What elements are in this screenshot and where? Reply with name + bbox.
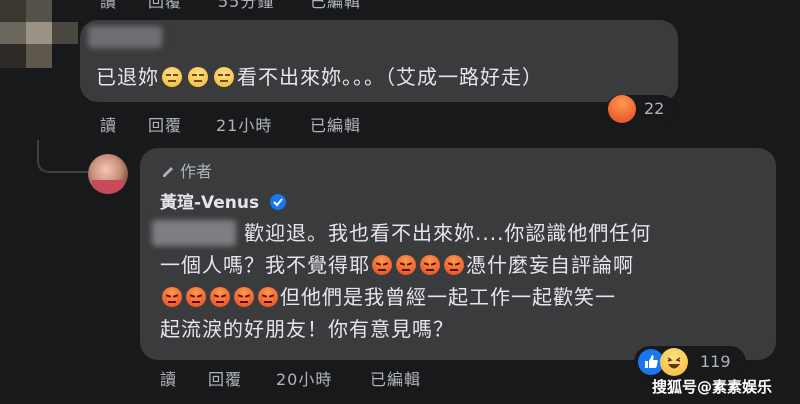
reply-text-line-3: 但他們是我曾經一起工作一起歡笑一 bbox=[160, 282, 616, 313]
reply-text-line-4: 起流淚的好朋友！你有意見嗎？ bbox=[160, 317, 454, 341]
comment-bubble: 已退妳 看不出來妳。。。（艾成一路好走） bbox=[80, 20, 678, 102]
author-avatar[interactable] bbox=[88, 154, 128, 194]
read-link[interactable]: 讀 bbox=[100, 0, 117, 12]
expressionless-emoji bbox=[188, 67, 208, 87]
avatar-pixel bbox=[0, 44, 26, 68]
read-link[interactable]: 讀 bbox=[160, 366, 177, 390]
timestamp[interactable]: 55分鐘 bbox=[218, 0, 274, 12]
watermark: 搜狐号@素素娱乐 bbox=[652, 378, 773, 396]
reply-text-line-2-end: 憑什麼妄自評論啊 bbox=[466, 253, 634, 277]
timestamp[interactable]: 20小時 bbox=[276, 366, 332, 390]
edited-label: 已編輯 bbox=[370, 370, 422, 389]
avatar-pixel bbox=[26, 44, 52, 68]
angry-emoji bbox=[372, 255, 392, 275]
comment-text: 已退妳 看不出來妳。。。（艾成一路好走） bbox=[96, 62, 543, 93]
angry-emoji bbox=[396, 255, 416, 275]
timestamp[interactable]: 21小時 bbox=[216, 112, 272, 136]
avatar-pixel bbox=[26, 0, 52, 22]
comment-text-end: 看不出來妳。。。（艾成一路好走） bbox=[237, 65, 543, 89]
comment-text-start: 已退妳 bbox=[96, 65, 159, 89]
reply-text-line-2-start: 一個人嗎？我不覺得耶 bbox=[160, 253, 370, 277]
verified-badge-icon bbox=[270, 194, 287, 210]
avatar-shirt bbox=[92, 180, 124, 194]
reply-link[interactable]: 回覆 bbox=[148, 112, 182, 136]
avatar-pixel bbox=[0, 0, 26, 22]
angry-emoji bbox=[234, 287, 254, 307]
author-badge: 作者 bbox=[160, 158, 212, 182]
reply-bubble: 作者 黃瑄-Venus 歡迎退。我也看不出來妳....你認識他們任何 一個人嗎？… bbox=[140, 148, 776, 360]
read-link[interactable]: 讀 bbox=[100, 112, 117, 136]
edited-label: 已編輯 bbox=[310, 0, 362, 11]
blurred-username bbox=[88, 26, 162, 48]
avatar-pixel bbox=[0, 22, 26, 44]
avatar-pixel bbox=[52, 22, 78, 44]
angry-emoji bbox=[444, 255, 464, 275]
expressionless-emoji bbox=[162, 67, 182, 87]
avatar-pixel bbox=[26, 22, 52, 44]
author-name-row: 黃瑄-Venus bbox=[160, 188, 287, 213]
top-meta-row: 讀 回覆 55分鐘 已編輯 bbox=[0, 0, 800, 12]
blurred-mention bbox=[152, 220, 236, 246]
reply-link[interactable]: 回覆 bbox=[208, 366, 242, 390]
comment-meta-row: 讀 回覆 21小時 已編輯 bbox=[0, 112, 800, 136]
reply-text-line-3-end: 但他們是我曾經一起工作一起歡笑一 bbox=[280, 285, 616, 309]
angry-emoji bbox=[210, 287, 230, 307]
angry-emoji bbox=[420, 255, 440, 275]
author-badge-label: 作者 bbox=[180, 162, 213, 181]
angry-emoji bbox=[186, 287, 206, 307]
author-name[interactable]: 黃瑄-Venus bbox=[160, 193, 259, 213]
angry-emoji bbox=[258, 287, 278, 307]
avatar[interactable] bbox=[0, 0, 78, 68]
expressionless-emoji bbox=[214, 67, 234, 87]
reply-text-line-2: 一個人嗎？我不覺得耶 憑什麼妄自評論啊 bbox=[160, 250, 634, 281]
angry-emoji bbox=[162, 287, 182, 307]
reply-link[interactable]: 回覆 bbox=[148, 0, 182, 12]
reply-text-line-1: 歡迎退。我也看不出來妳....你認識他們任何 bbox=[244, 221, 652, 245]
edited-label: 已編輯 bbox=[310, 116, 362, 135]
pencil-icon bbox=[163, 167, 173, 177]
